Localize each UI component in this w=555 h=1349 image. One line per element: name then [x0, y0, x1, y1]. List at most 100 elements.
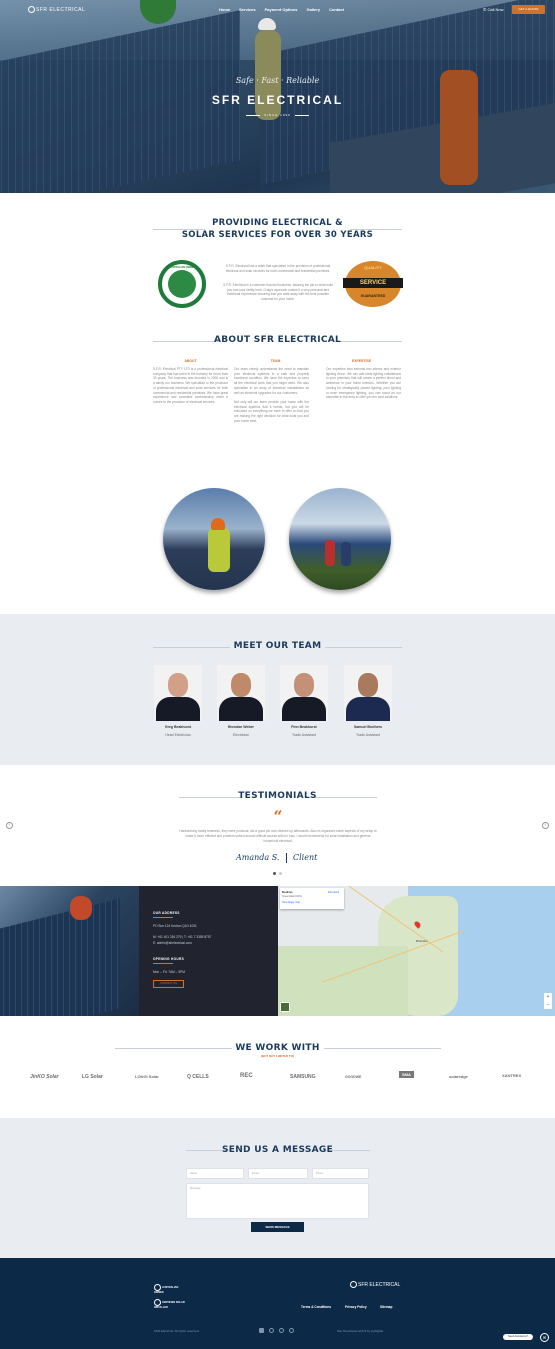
address-heading: OUR ADDRESS — [153, 911, 180, 915]
providing-title-1: PROVIDING ELECTRICAL & — [212, 218, 343, 228]
brand-logo: JinKO Solar — [30, 1074, 59, 1080]
work-title: WE WORK WITH — [235, 1043, 320, 1053]
send-message-button[interactable]: SEND MESSAGE — [251, 1222, 304, 1232]
member-photo — [344, 665, 392, 721]
contact-info-panel: OUR ADDRESS PO Box 124 Kedron QLD 4031 M… — [139, 886, 278, 1016]
about-col-head: ABOUT — [184, 359, 197, 363]
nav-item-services[interactable]: Services — [239, 7, 255, 12]
hours-heading: OPENING HOURS — [153, 957, 184, 961]
australian-owned-badge: AUSTRALIAN OWNED — [158, 260, 206, 308]
nav-item-contact[interactable]: Contact — [329, 7, 344, 12]
testimonial-text: Hardworking family business, they were p… — [179, 829, 377, 843]
member-photo — [217, 665, 265, 721]
logo-icon — [28, 6, 35, 13]
prev-arrow-icon[interactable]: ‹ — [6, 822, 13, 829]
site-logo[interactable]: SFR ELECTRICAL — [28, 6, 85, 13]
testimonial-type: Client — [293, 853, 318, 862]
copyright-text: SFR Electrical. All rights reserved. — [154, 1329, 200, 1333]
worker-photo-2 — [289, 488, 391, 590]
testimonials-title: TESTIMONIALS — [238, 791, 317, 801]
top-nav: SFR ELECTRICAL Home Services Payment Opt… — [0, 4, 555, 16]
providing-title-2: SOLAR SERVICES FOR OVER 30 YEARS — [181, 230, 374, 240]
email-input[interactable]: Email — [248, 1168, 308, 1179]
chat-prompt[interactable]: Need Assistance? — [503, 1334, 533, 1340]
certified-installer-badge: CERTIFIED SOLAR INSTALLER — [154, 1299, 188, 1309]
hours-text: Mon – Fri: 7AM – 5PM — [153, 970, 185, 974]
logo-icon — [350, 1281, 357, 1288]
nav-item-gallery[interactable]: Gallery — [307, 7, 321, 12]
google-icon[interactable] — [279, 1328, 284, 1333]
solar-worker-image — [0, 886, 139, 1016]
nav-item-home[interactable]: Home — [219, 7, 230, 12]
view-larger-map-link[interactable]: View larger map — [282, 901, 342, 904]
call-now-link[interactable]: ✆ Call Now — [483, 7, 503, 12]
developer-credit[interactable]: Site Developed with ♥ by wyDigital — [337, 1329, 383, 1333]
name-input[interactable]: Name — [186, 1168, 244, 1179]
nav-item-payment[interactable]: Payment Options — [265, 7, 298, 12]
quote-icon: “ — [273, 807, 283, 826]
footer: AUSTRALIAN OWNED CERTIFIED SOLAR INSTALL… — [0, 1258, 555, 1349]
social-links — [259, 1328, 294, 1333]
brand-logo: REC — [240, 1073, 253, 1079]
terms-link[interactable]: Terms & Conditions — [301, 1305, 331, 1309]
email-link[interactable]: E: admin@sfrelectrical.com — [153, 941, 192, 946]
brand-logo: SAMSUNG — [290, 1074, 316, 1080]
providing-paragraph-1: S.F.R. Electrical has a team that specia… — [225, 264, 331, 273]
brand-logo: LONGi Solar — [135, 1074, 159, 1079]
badge-icon — [154, 1284, 161, 1291]
hard-hat — [258, 18, 276, 30]
contact-section: OUR ADDRESS PO Box 124 Kedron QLD 4031 M… — [0, 886, 555, 1016]
about-col-text: S.F.R. Electrical PTY LTD is a professio… — [153, 367, 228, 404]
team-title: MEET OUR TEAM — [233, 641, 322, 651]
slider-dot[interactable] — [279, 872, 282, 875]
team-member: Brendan Weber Electrician — [217, 665, 265, 737]
instagram-icon[interactable] — [269, 1328, 274, 1333]
hero-section: SFR ELECTRICAL Home Services Payment Opt… — [0, 0, 555, 193]
work-subtitle: (BUT NOT LIMITED TO) — [260, 1054, 295, 1058]
brand-logo: GOODWE — [345, 1075, 362, 1079]
slider-dot-active[interactable] — [273, 872, 276, 875]
google-map[interactable]: Brisbane Kedron Queensland 4031 View lar… — [278, 886, 555, 1016]
address-text: PO Box 124 Kedron QLD 4031 — [153, 924, 197, 928]
satellite-toggle[interactable] — [280, 1002, 290, 1012]
hero-title: SFR ELECTRICAL — [211, 93, 344, 107]
brand-logo: Q CELLS — [187, 1074, 209, 1080]
badge-icon — [154, 1299, 161, 1306]
footer-logo[interactable]: SFR ELECTRICAL — [350, 1281, 400, 1288]
about-title: ABOUT SFR ELECTRICAL — [213, 335, 342, 345]
worker-photo-1 — [163, 488, 265, 590]
team-member: Greg Beakhurst Head Electrician — [154, 665, 202, 737]
map-city-label: Brisbane — [416, 939, 428, 943]
expertise-col-text: Our expertise also extends into interior… — [326, 367, 401, 400]
hero-tagline: Safe · Fast · Reliable — [235, 76, 320, 85]
brand-logo: solaredge — [449, 1074, 468, 1079]
message-textarea[interactable]: Message — [186, 1183, 369, 1219]
pinterest-icon[interactable] — [289, 1328, 294, 1333]
team-section: MEET OUR TEAM Greg Beakhurst Head Electr… — [0, 614, 555, 765]
directions-link[interactable]: Directions — [328, 891, 339, 894]
phone-input[interactable]: Phone — [312, 1168, 369, 1179]
message-section: SEND US A MESSAGE Name Email Phone Messa… — [0, 1118, 555, 1258]
quality-service-badge: QUALITY SERVICE GUARANTEED — [343, 261, 403, 307]
zoom-controls[interactable]: + − — [544, 993, 552, 1009]
providing-paragraph-2: S.F.R. Electrical is a customer focused … — [223, 283, 333, 302]
brand-logo: SMA — [399, 1071, 414, 1078]
form-title: SEND US A MESSAGE — [221, 1145, 334, 1155]
team-col-text: Our team clearly understands the need to… — [234, 367, 309, 423]
facebook-icon[interactable] — [259, 1328, 264, 1333]
map-info-card: Kedron Queensland 4031 View larger map D… — [280, 888, 344, 909]
next-arrow-icon[interactable]: › — [542, 822, 549, 829]
get-quote-button[interactable]: GET A QUOTE — [512, 5, 545, 14]
phone-text[interactable]: M: +61 401 354 279 | T: +61 7 3355 8757 — [153, 935, 211, 940]
expertise-col-head: EXPERTISE — [351, 359, 372, 363]
member-photo — [154, 665, 202, 721]
chat-icon[interactable]: ✉ — [540, 1333, 549, 1342]
sitemap-link[interactable]: Sitemap — [380, 1305, 392, 1309]
team-col-head: TEAM — [270, 359, 281, 363]
team-member: Finn Beakhurst Trade Assistant — [280, 665, 328, 737]
privacy-link[interactable]: Privacy Policy — [345, 1305, 367, 1309]
contact-us-button[interactable]: CONTACT US — [153, 980, 184, 988]
hero-since: SINCE 1990 — [0, 113, 555, 117]
worker-figure — [440, 70, 478, 185]
member-photo — [280, 665, 328, 721]
